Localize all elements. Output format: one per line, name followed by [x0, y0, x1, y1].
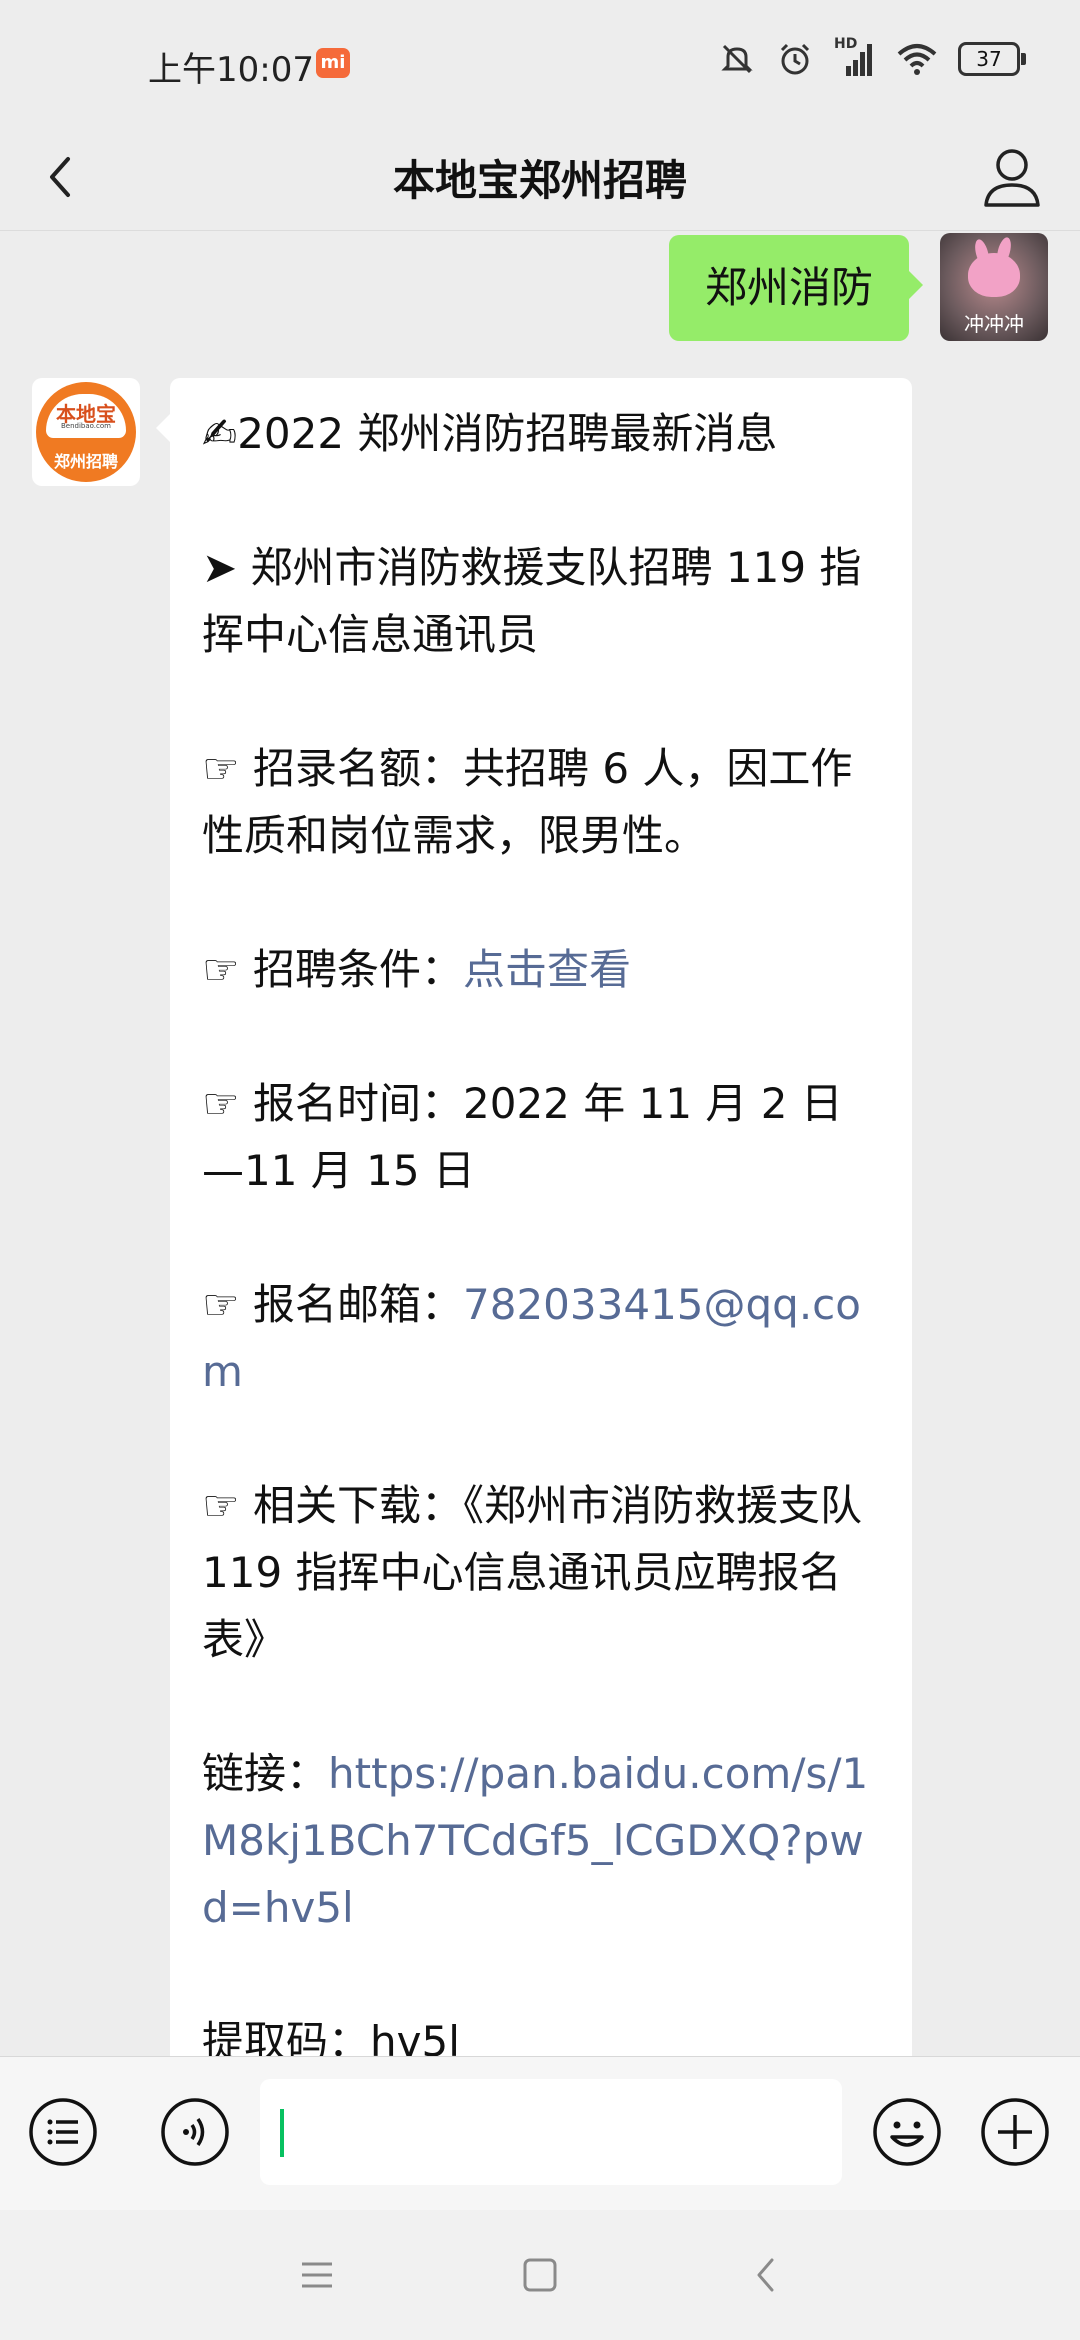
message-input[interactable]: [260, 2079, 842, 2185]
user-profile-icon[interactable]: [974, 139, 1050, 215]
emoji-icon[interactable]: [872, 2097, 942, 2167]
battery-icon: 37: [958, 42, 1026, 76]
status-time: 上午10:07: [148, 50, 314, 90]
nav-home-icon[interactable]: [515, 2250, 565, 2300]
conditions-label: ☞ 招聘条件：: [202, 945, 464, 994]
link-label: 链接：: [202, 1749, 329, 1798]
conditions-link[interactable]: 点击查看: [463, 945, 631, 994]
msg-conditions: ☞ 招聘条件：点击查看: [202, 936, 880, 1003]
msg-quota: ☞ 招录名额：共招聘 6 人，因工作性质和岗位需求，限男性。: [202, 744, 853, 860]
user-avatar-caption: 冲冲冲: [964, 312, 1024, 336]
status-bar: 上午10:07 mi HD 37: [0, 0, 1080, 125]
user-avatar[interactable]: 冲冲冲: [940, 233, 1048, 341]
incoming-message[interactable]: ✍2022 郑州消防招聘最新消息 ➤ 郑州市消防救援支队招聘 119 指挥中心信…: [156, 378, 912, 2056]
system-nav-bar: [0, 2210, 1080, 2340]
chat-area[interactable]: 郑州消防 冲冲冲 本地宝 Bendibao.com 郑州招聘 ✍2022 郑州消…: [0, 230, 1080, 2056]
page-title: 本地宝郑州招聘: [392, 156, 687, 205]
msg-code: 提取码：hv5l: [202, 2017, 460, 2056]
status-icons: HD 37: [718, 36, 1026, 78]
wifi-icon: [897, 44, 937, 75]
msg-download: ☞ 相关下载：《郑州市消防救援支队 119 指挥中心信息通讯员应聘报名表》: [202, 1481, 863, 1664]
signal-icon: HD: [834, 36, 876, 78]
msg-link: 链接：https://pan.baidu.com/s/1M8kj1BCh7TCd…: [202, 1740, 880, 1941]
voice-icon[interactable]: [160, 2097, 230, 2167]
title-bar: 本地宝郑州招聘: [0, 125, 1080, 231]
nav-back-icon[interactable]: [742, 2250, 792, 2300]
bot-avatar[interactable]: 本地宝 Bendibao.com 郑州招聘: [32, 378, 140, 486]
msg-time: ☞ 报名时间：2022 年 11 月 2 日—11 月 15 日: [202, 1079, 843, 1195]
mute-icon: [721, 44, 753, 74]
menu-list-icon[interactable]: [28, 2097, 98, 2167]
text-caret: [280, 2109, 284, 2157]
email-label: ☞ 报名邮箱：: [202, 1280, 464, 1329]
msg-intro: ➤ 郑州市消防救援支队招聘 119 指挥中心信息通讯员: [202, 543, 862, 659]
input-bar: [0, 2056, 1080, 2211]
bot-avatar-sub: 郑州招聘: [53, 452, 118, 471]
nav-menu-icon[interactable]: [292, 2250, 342, 2300]
plus-icon[interactable]: [980, 2097, 1050, 2167]
outgoing-message[interactable]: 郑州消防: [668, 235, 924, 341]
bot-avatar-site: Bendibao.com: [60, 422, 111, 430]
msg-email: ☞ 报名邮箱：782033415@qq.com: [202, 1271, 880, 1405]
mi-badge-icon: mi: [316, 48, 350, 78]
alarm-icon: [780, 43, 810, 75]
msg-headline: ✍2022 郑州消防招聘最新消息: [202, 409, 778, 458]
